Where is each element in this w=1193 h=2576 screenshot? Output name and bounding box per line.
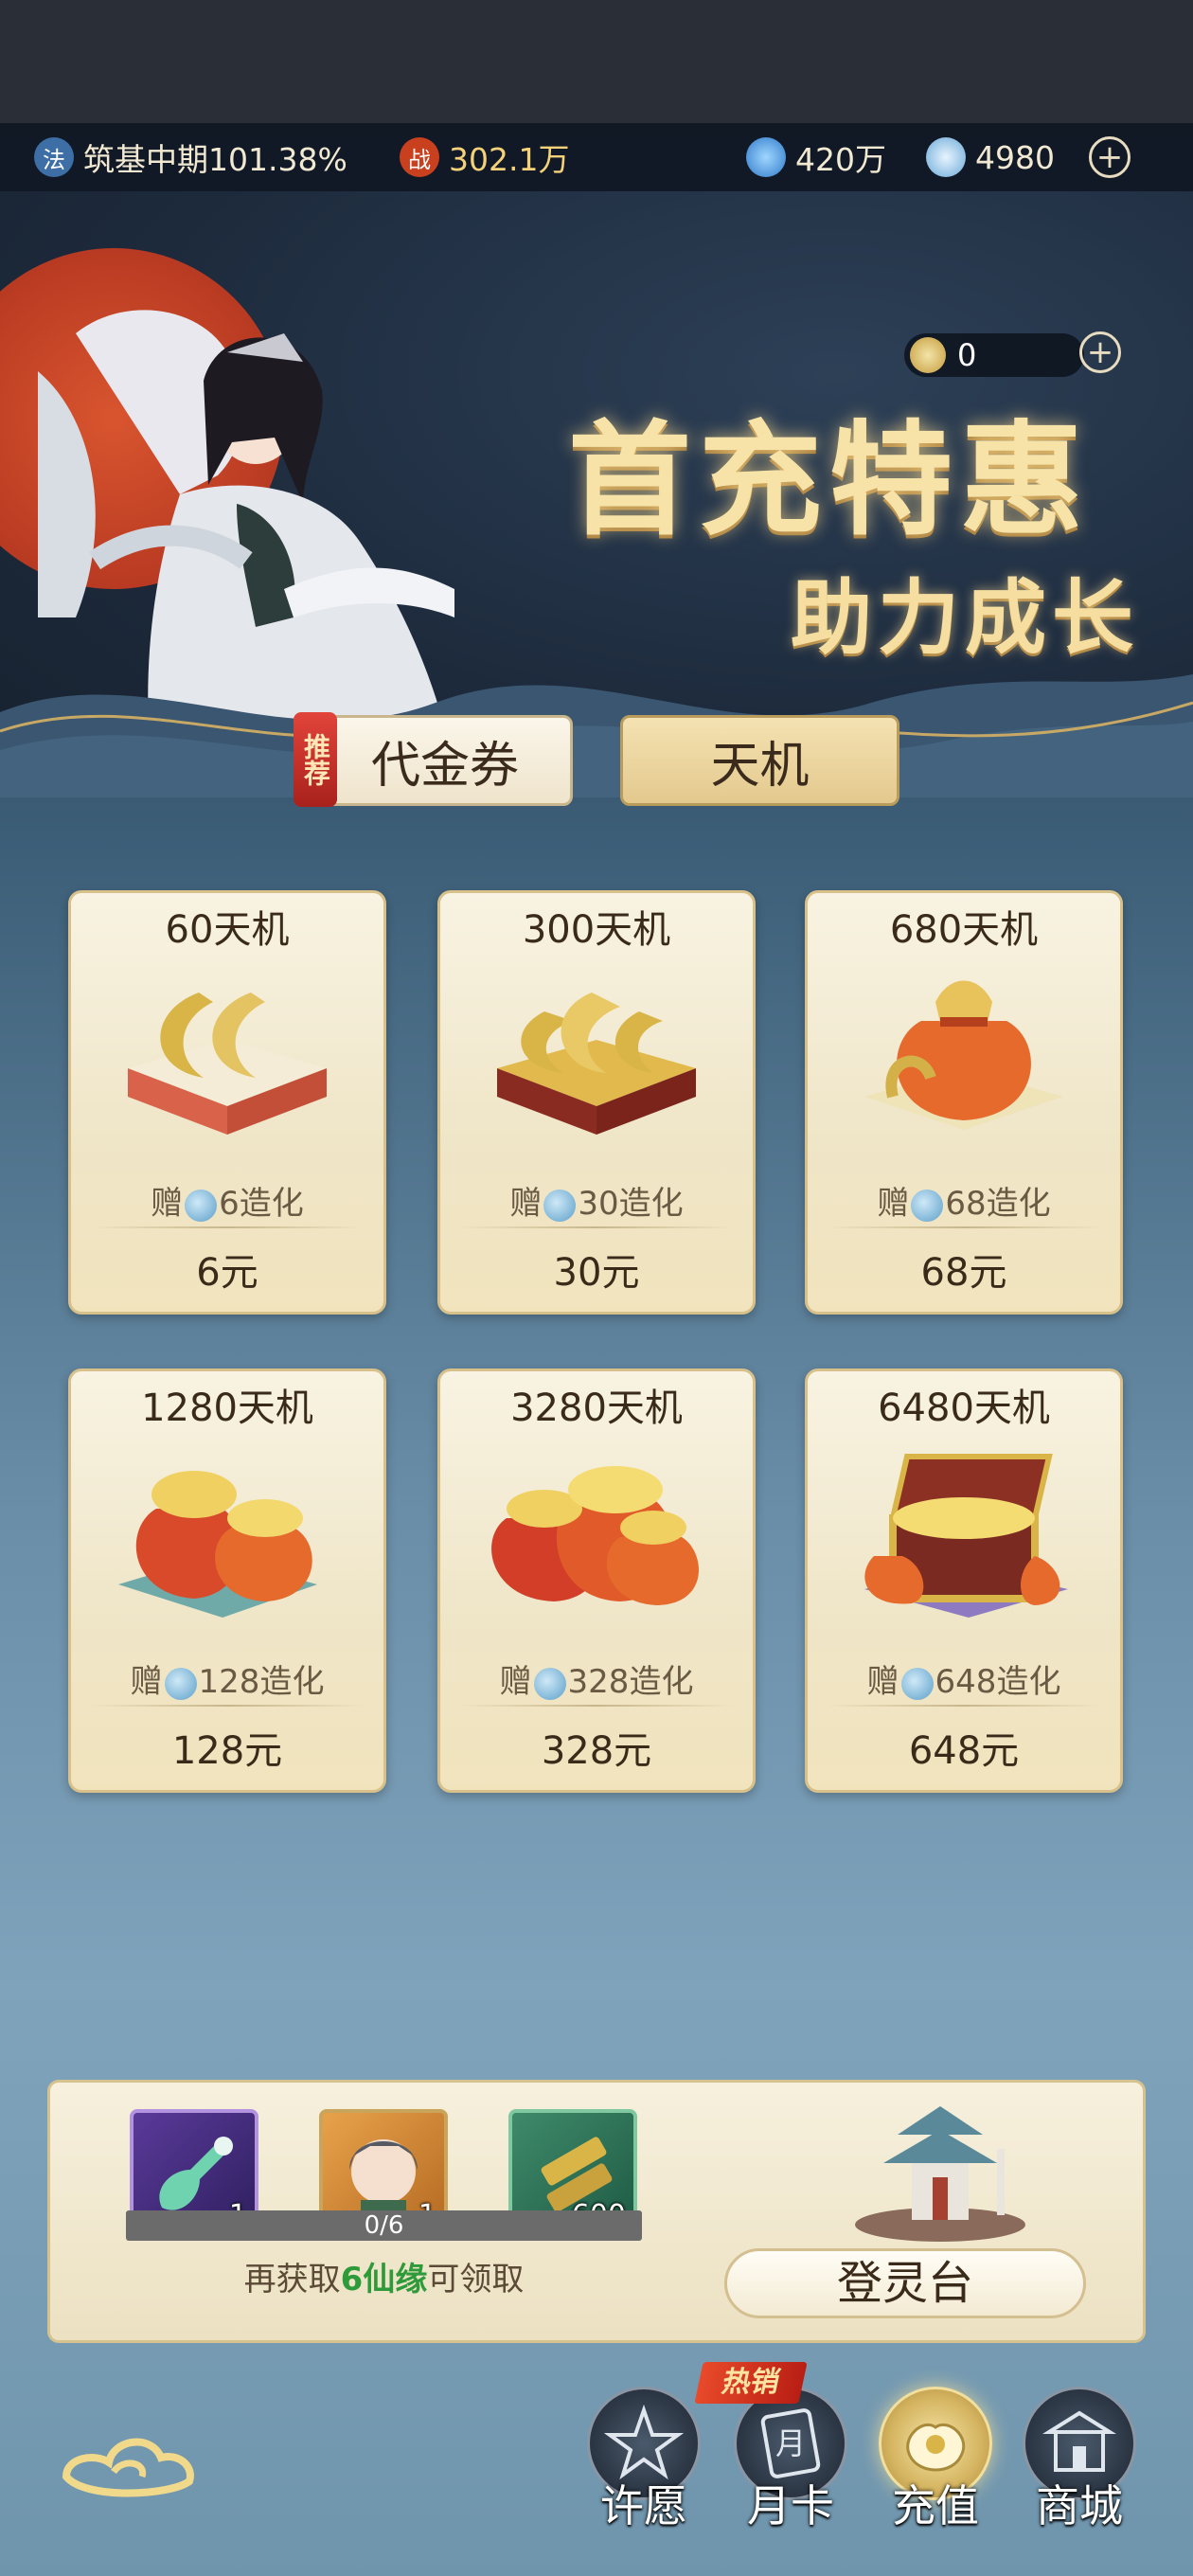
hero-add-button[interactable]: + — [1079, 331, 1121, 373]
divider — [827, 1705, 1101, 1707]
pack-card[interactable]: 300天机 赠 30造化 30元 — [437, 890, 756, 1315]
hint-highlight: 6仙缘 — [340, 2261, 428, 2299]
pack-price: 128元 — [171, 1729, 283, 1773]
tab-voucher[interactable]: 代金券 — [298, 715, 573, 806]
pack-bonus: 赠 68造化 — [877, 1185, 1051, 1223]
cloud-menu-icon[interactable] — [57, 2420, 199, 2505]
pack-title: 60天机 — [165, 908, 290, 952]
currency-tabs: 代金券 天机 — [0, 715, 1193, 810]
pack-card[interactable]: 1280天机 赠 128造化 128元 — [68, 1368, 386, 1793]
pack-price: 68元 — [920, 1251, 1007, 1295]
progress-text: 0/6 — [364, 2211, 404, 2240]
pack-card[interactable]: 3280天机 赠 328造化 328元 — [437, 1368, 756, 1793]
combat-power[interactable]: 战 302.1万 — [400, 123, 569, 191]
pavilion-icon — [855, 2106, 1025, 2242]
pack-price: 6元 — [196, 1251, 258, 1295]
divider — [90, 1705, 365, 1707]
divider — [459, 1705, 734, 1707]
pack-card[interactable]: 680天机 赠 68造化 68元 — [805, 890, 1123, 1315]
nav-month-card-label: 月卡 — [747, 2480, 834, 2531]
divider — [459, 1226, 734, 1228]
zaohua-icon — [533, 1667, 566, 1700]
treasure-bag-icon — [864, 980, 1063, 1130]
pack-title: 3280天机 — [510, 1386, 683, 1430]
divider — [90, 1226, 365, 1228]
pack-card[interactable]: 6480天机 赠 648造化 648元 — [805, 1368, 1123, 1793]
zaohua-icon — [185, 1189, 218, 1222]
pack-card[interactable]: 60天机 赠 6造化 6元 — [68, 890, 386, 1315]
gold-waves-icon — [497, 993, 696, 1135]
spirit-stone-balance[interactable]: 420万 — [746, 123, 886, 191]
pack-title: 1280天机 — [141, 1386, 313, 1430]
hero-currency-pill: 0 — [904, 333, 1084, 377]
zaohua-icon — [900, 1667, 934, 1700]
realm-icon: 法 — [34, 137, 74, 177]
pack-bonus: 赠 648造化 — [866, 1663, 1061, 1701]
pack-bonus: 赠 30造化 — [509, 1185, 684, 1223]
divider — [827, 1226, 1101, 1228]
pack-bonus: 赠 6造化 — [151, 1185, 304, 1223]
spirit-stone-icon — [746, 137, 786, 177]
nav-shop-label: 商城 — [1036, 2480, 1123, 2531]
plus-icon: + — [1079, 331, 1121, 373]
treasure-chest-icon — [864, 1454, 1068, 1618]
hot-sale-badge: 热销 — [694, 2362, 808, 2404]
pack-price: 30元 — [553, 1251, 640, 1295]
nav-wish-label: 许愿 — [600, 2480, 687, 2531]
hero-title: 首充特惠 — [568, 407, 1092, 552]
pack-price: 648元 — [908, 1729, 1020, 1773]
add-currency-button[interactable]: + — [1089, 123, 1131, 191]
pack-title: 300天机 — [522, 908, 671, 952]
pack-title: 680天机 — [889, 908, 1039, 952]
zaohua-icon — [164, 1667, 197, 1700]
power-text: 302.1万 — [449, 141, 570, 178]
tab-tianji[interactable]: 天机 — [620, 715, 899, 806]
nav-recharge-label: 充值 — [892, 2480, 979, 2531]
pack-title: 6480天机 — [878, 1386, 1050, 1430]
treasure-bags-icon — [118, 1471, 317, 1618]
pack-price: 328元 — [541, 1729, 652, 1773]
zaohua-text: 4980 — [975, 138, 1055, 176]
cumulative-reward-panel: 1 1 600 0/6 再获取6仙缘可领取 登灵台 — [47, 2080, 1146, 2343]
system-status-bar — [0, 0, 1193, 123]
realm-text: 筑基中期101.38% — [83, 141, 347, 178]
gold-crescent-icon — [128, 993, 327, 1135]
power-icon: 战 — [400, 137, 439, 177]
plus-icon: + — [1089, 136, 1131, 178]
hero-currency-value: 0 — [957, 337, 977, 373]
resource-bar: 法 筑基中期101.38% 战 302.1万 420万 4980 + — [0, 123, 1193, 191]
realm-progress[interactable]: 法 筑基中期101.38% — [34, 123, 347, 191]
claim-hint: 再获取6仙缘可领取 — [243, 2261, 525, 2299]
dengling-button[interactable]: 登灵台 — [724, 2248, 1086, 2318]
spirit-stone-text: 420万 — [795, 141, 886, 178]
gold-piles-icon — [491, 1466, 699, 1605]
zaohua-balance[interactable]: 4980 — [926, 123, 1055, 191]
recommend-badge: 推荐 — [294, 712, 337, 807]
tab-tianji-label: 天机 — [710, 737, 810, 795]
zaohua-icon — [911, 1189, 944, 1222]
hero-banner: 0 + 首充特惠 助力成长 — [0, 191, 1193, 797]
tianji-currency-icon — [910, 337, 946, 373]
zaohua-icon — [926, 137, 966, 177]
pack-bonus: 赠 328造化 — [499, 1663, 694, 1701]
zaohua-icon — [543, 1189, 577, 1222]
svg-text:月: 月 — [775, 2425, 806, 2461]
pack-bonus: 赠 128造化 — [130, 1663, 325, 1701]
tab-voucher-label: 代金券 — [370, 737, 519, 795]
